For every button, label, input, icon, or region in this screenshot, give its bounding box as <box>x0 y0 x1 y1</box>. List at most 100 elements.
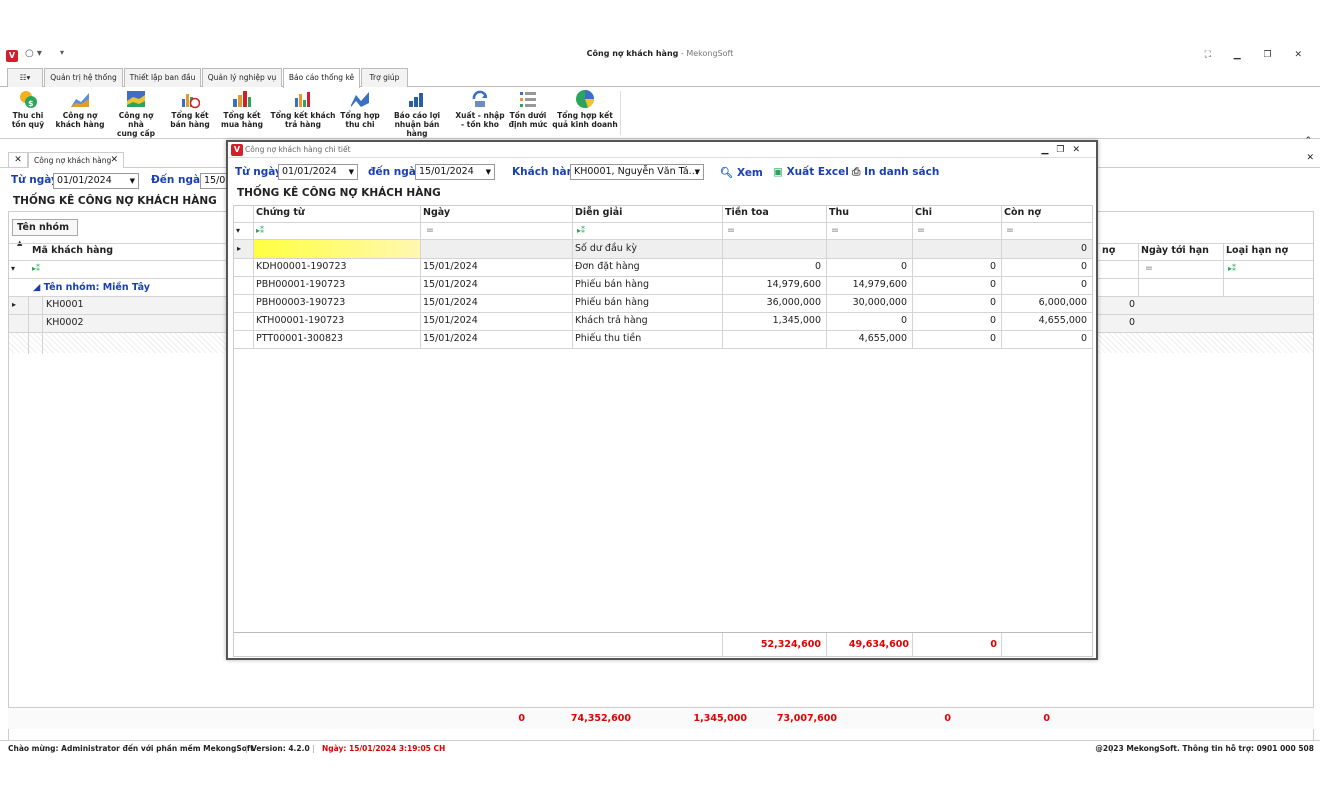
window-title: Công nợ khách hàng - MekongSoft <box>586 49 734 58</box>
dialog-customer-select[interactable]: KH0001, Nguyễn Văn Tá... ▼ <box>570 164 704 180</box>
cell-dien-giai: Đơn đặt hàng <box>575 261 640 272</box>
grid-line <box>234 330 1092 331</box>
ribbon-tong-ket-khach-tra-hang[interactable]: Tổng kết khách trả hàng <box>270 89 336 129</box>
col-thu[interactable]: Thu <box>829 204 849 222</box>
tab-quan-ly-nghiep-vu[interactable]: Quản lý nghiệp vụ <box>202 68 282 87</box>
ribbon-xuat-nhap-ton-kho[interactable]: Xuất - nhập - tồn kho <box>454 89 506 129</box>
cell-ngay: 15/01/2024 <box>423 315 478 326</box>
col-loai-han-no[interactable]: Loại hạn nợ <box>1226 242 1288 260</box>
close-all-icon[interactable]: ✕ <box>8 152 28 168</box>
area-chart-icon <box>70 89 90 109</box>
collapse-ribbon-icon[interactable]: ⌃ <box>1304 136 1312 146</box>
cell-con-no: 0 <box>1080 279 1087 290</box>
line-chart-icon <box>350 89 370 109</box>
ribbon-bao-cao-loi-nhuan[interactable]: Báo cáo lợi nhuận bán hàng <box>384 89 450 138</box>
bar-clock-icon <box>180 89 201 109</box>
group-chip[interactable]: Tên nhóm ▲ <box>12 219 78 247</box>
tab-tro-giup[interactable]: Trợ giúp <box>361 68 408 87</box>
ribbon-tong-ket-mua-hang[interactable]: Tổng kết mua hàng <box>218 89 266 129</box>
grid-line <box>234 294 1092 295</box>
cell-chung-tu[interactable]: PBH00001-190723 <box>256 276 416 294</box>
main-total: 74,352,600 <box>570 713 631 724</box>
filter-eq-icon[interactable]: = <box>426 222 434 240</box>
filter-cell-icon[interactable]: ▸⁑ <box>32 260 40 278</box>
close-doc-icon[interactable]: ✕ <box>1306 153 1314 163</box>
tab-thiet-lap-ban-dau[interactable]: Thiết lập ban đầu <box>124 68 201 87</box>
col-chung-tu[interactable]: Chứng từ <box>256 204 305 222</box>
pie-chart-icon <box>575 89 595 109</box>
col-con-no-tail[interactable]: nợ <box>1102 242 1115 260</box>
cell-thu: 0 <box>900 261 907 272</box>
main-row-code[interactable]: KH0001 <box>46 296 84 314</box>
app-menu-button[interactable]: ☷▾ <box>7 68 43 87</box>
menu-tabs: ☷▾ Quản trị hệ thống Thiết lập ban đầu Q… <box>0 67 1320 88</box>
main-from-date[interactable]: 01/01/2024 ▼ <box>53 173 139 189</box>
dialog-from-date[interactable]: 01/01/2024 ▼ <box>278 164 358 180</box>
opening-desc: Số dư đầu kỳ <box>575 243 637 254</box>
close-tab-icon[interactable]: ✕ <box>110 153 118 168</box>
dialog-to-date[interactable]: 15/01/2024 ▼ <box>415 164 495 180</box>
status-sep: | <box>245 744 248 753</box>
main-to-label: Đến ngày <box>151 174 207 186</box>
collapse-icon[interactable]: ◢ <box>33 282 40 293</box>
cell-chung-tu[interactable]: PBH00003-190723 <box>256 294 416 312</box>
col-con-no[interactable]: Còn nợ <box>1004 204 1041 222</box>
filter-cell-icon[interactable]: ▸⁑ <box>256 222 264 240</box>
cell-thu: 30,000,000 <box>852 297 907 308</box>
main-row-code[interactable]: KH0002 <box>46 314 84 332</box>
filter-eq-icon[interactable]: = <box>727 222 735 240</box>
dialog-window-controls[interactable]: ▁❐✕ <box>1041 142 1088 158</box>
cell-tien-toa: 14,979,600 <box>766 279 821 290</box>
ribbon-cong-no-khach-hang[interactable]: Công nợ khách hàng <box>54 89 106 129</box>
filter-eq-icon[interactable]: = <box>1145 260 1153 278</box>
grid-line <box>234 222 1092 223</box>
cell-chung-tu[interactable]: PTT00001-300823 <box>256 330 416 348</box>
grid-line <box>420 206 421 348</box>
ribbon-thu-chi-ton-quy[interactable]: $ Thu chi tồn quỹ <box>6 89 50 129</box>
ribbon-cong-no-nha-cung-cap[interactable]: Công nợ nhà cung cấp <box>110 89 162 138</box>
group-row-mien-tay[interactable]: ◢ Tên nhóm: Miền Tây <box>33 279 150 297</box>
col-ngay[interactable]: Ngày <box>423 204 450 222</box>
total-chi: 0 <box>990 639 997 650</box>
ribbon-tong-ket-ban-hang[interactable]: Tổng kết bán hàng <box>166 89 214 129</box>
cell-dien-giai: Phiếu bán hàng <box>575 297 650 308</box>
grid-line <box>234 348 1092 349</box>
view-button[interactable]: 🔍︎ Xem <box>720 166 763 179</box>
title-bar: V ○ ▾ ▾ Công nợ khách hàng - MekongSoft … <box>0 44 1320 67</box>
filter-eq-icon[interactable]: = <box>1006 222 1014 240</box>
cell-ngay: 15/01/2024 <box>423 261 478 272</box>
main-from-label: Từ ngày <box>11 174 58 186</box>
filter-eq-icon[interactable]: = <box>917 222 925 240</box>
opening-balance: 0 <box>1080 243 1087 254</box>
col-ngay-toi-han[interactable]: Ngày tới hạn <box>1141 242 1209 260</box>
export-excel-button[interactable]: ▣ Xuất Excel <box>773 166 849 178</box>
tab-quan-tri-he-thong[interactable]: Quản trị hệ thống <box>44 68 123 87</box>
row-selector-icon: ▸ <box>237 244 242 253</box>
cell-dien-giai: Phiếu bán hàng <box>575 279 650 290</box>
filter-cell-icon[interactable]: ▸⁑ <box>1228 260 1236 278</box>
cell-ngay: 15/01/2024 <box>423 333 478 344</box>
col-tien-toa[interactable]: Tiền toa <box>725 204 769 222</box>
cell-tien-toa: 1,345,000 <box>772 315 821 326</box>
cell-chung-tu[interactable]: KTH00001-190723 <box>256 312 416 330</box>
filter-cell-icon[interactable]: ▸⁑ <box>577 222 585 240</box>
dialog-title-bar: V Công nợ khách hàng chi tiết ▁❐✕ <box>228 142 1096 158</box>
ribbon-tong-hop-thu-chi[interactable]: Tổng hợp thu chi <box>338 89 382 129</box>
row-selector-icon: ▸ <box>12 300 17 309</box>
grid-line <box>722 206 723 348</box>
col-chi[interactable]: Chi <box>915 204 932 222</box>
dialog-logo-icon: V <box>231 144 243 156</box>
doc-tab-cong-no[interactable]: Công nợ khách hàng ✕ <box>28 152 124 168</box>
col-dien-giai[interactable]: Diễn giải <box>575 204 622 222</box>
filter-eq-icon[interactable]: = <box>831 222 839 240</box>
ribbon-ton-duoi-dinh-muc[interactable]: Tồn dưới định mức <box>508 89 548 129</box>
window-controls[interactable]: ⛶ ▁ ❐ ✕ <box>1205 50 1312 60</box>
status-copyright: @2023 MekongSoft. Thông tin hỗ trợ: 0901… <box>1095 744 1314 753</box>
cell-chung-tu[interactable]: KDH00001-190723 <box>256 258 416 276</box>
status-bar: Chào mừng: Administrator đến với phần mề… <box>0 740 1320 756</box>
main-section-title: THỐNG KÊ CÔNG NỢ KHÁCH HÀNG <box>13 195 217 207</box>
tab-bao-cao-thong-ke[interactable]: Báo cáo thống kê <box>283 68 360 88</box>
col-ma-khach-hang[interactable]: Mã khách hàng <box>32 242 113 260</box>
ribbon-tong-hop-ket-qua-kinh-doanh[interactable]: Tổng hợp kết quả kinh doanh <box>552 89 618 129</box>
print-list-button[interactable]: ⎙ In danh sách <box>852 166 939 179</box>
